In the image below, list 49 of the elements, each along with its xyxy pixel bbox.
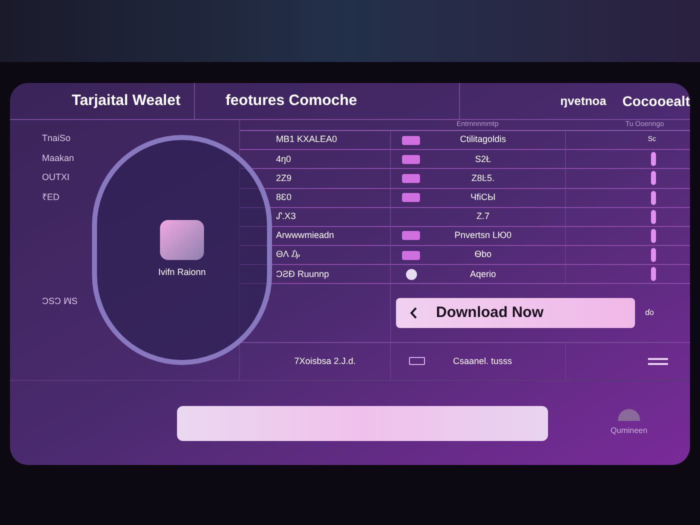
bar-icon — [651, 210, 656, 224]
table-cell-text: Csaanel. tusss — [452, 354, 512, 368]
table-cell: Arwwwmieadn — [276, 230, 334, 240]
menu-icon — [648, 358, 668, 365]
side-label: ƆSƆ ꟽS — [42, 295, 79, 308]
header-label: ŋvetnoa — [560, 93, 606, 110]
tray-icon — [402, 136, 420, 145]
table-cell-text: Z.7 — [476, 210, 490, 224]
table-cell-text: Aqerio — [470, 268, 496, 281]
bar-icon — [651, 267, 656, 282]
side-label: ₹ED — [42, 190, 61, 204]
header-title: feotures Comoche — [225, 90, 358, 111]
app-icon — [160, 220, 204, 260]
tray-icon — [402, 174, 420, 183]
bar-icon — [651, 228, 656, 243]
table-cell-text: Ѳbo — [474, 248, 492, 262]
tray-icon — [402, 193, 420, 202]
footer-label: Qumineen — [610, 425, 648, 437]
tray-icon — [402, 250, 420, 260]
app-label: Ivifn Raionn — [158, 266, 206, 280]
input-field[interactable] — [177, 406, 548, 440]
bar-icon — [651, 171, 656, 186]
download-button[interactable]: Download Now — [396, 298, 635, 328]
table-cell: ƆƧƉ Ruunnp — [276, 268, 330, 279]
side-label: OUTXI — [42, 171, 71, 184]
table-cell-text: Pnvertsn LЮ0 — [454, 229, 512, 242]
table-cell-text: S2Ł — [474, 152, 491, 166]
table-cell: ΘΛ ₯ — [276, 249, 300, 260]
side-label: TnaiSo — [42, 132, 72, 145]
side-label: Maakan — [42, 152, 76, 164]
table-cell: MB1 KXALEA0 — [276, 134, 338, 144]
table-cell: 4ŋ0 — [276, 154, 292, 164]
table-cell: 2Z9 — [276, 172, 292, 183]
tray-icon — [402, 231, 420, 240]
header-label: Cocooealt — [622, 92, 690, 110]
app-title: Tarjaital Wealet — [72, 90, 180, 111]
chevron-left-icon — [410, 307, 418, 320]
table-cell-text: 7Xoisbsa 2.J.d. — [294, 354, 356, 368]
rectangle-icon — [409, 357, 425, 366]
table-cell: 8Ɛ0 — [276, 192, 292, 202]
bar-icon — [651, 152, 656, 166]
table-cell-text: Ctilitagoldis — [460, 133, 506, 146]
tray-icon — [402, 154, 420, 164]
bar-icon — [651, 190, 656, 205]
table-cell-text: Z8Ŀ5. — [471, 172, 494, 185]
table-cell: ᔑ.XЗ — [276, 211, 296, 222]
table-cell: ɗo — [645, 307, 654, 320]
table-cell-text: ЧfiCЫ — [470, 190, 496, 204]
bar-icon — [651, 248, 656, 262]
